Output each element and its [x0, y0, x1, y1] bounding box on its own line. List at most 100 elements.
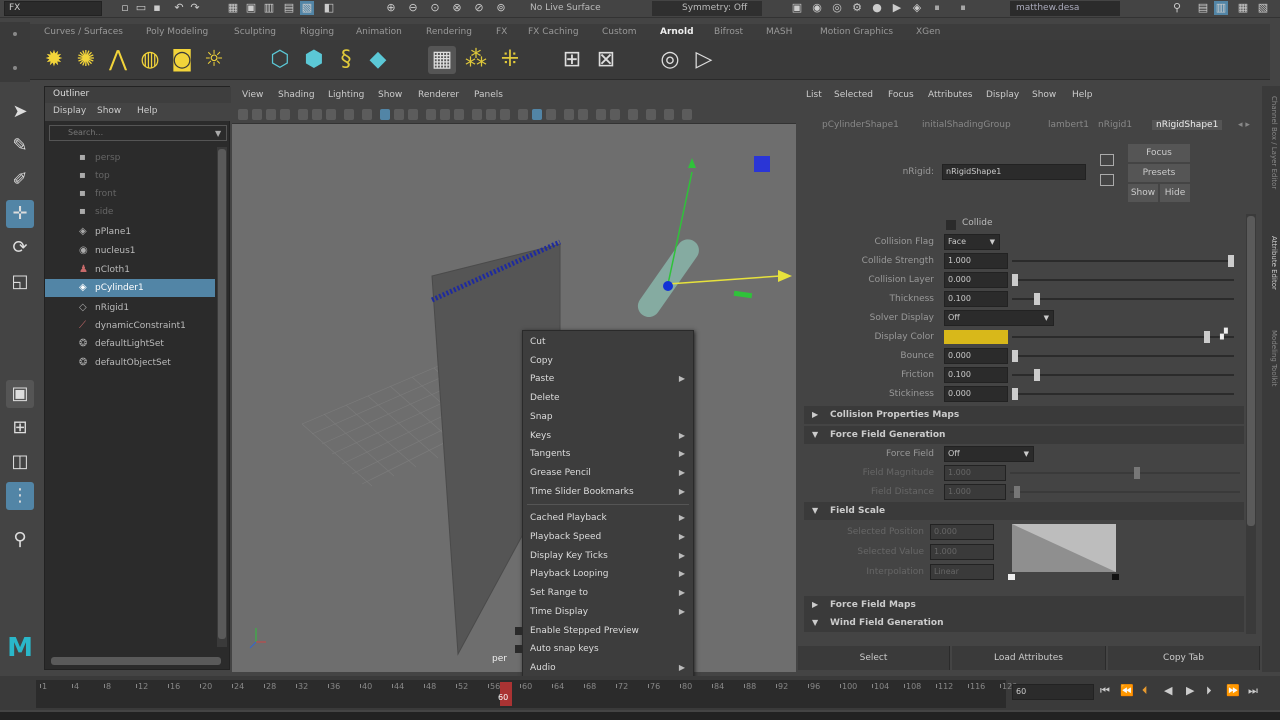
snap-curve-icon[interactable]: ⊖ — [406, 1, 420, 15]
outliner-search-input[interactable]: Search... — [49, 125, 227, 141]
context-menu-item[interactable]: Delete — [523, 389, 693, 407]
outliner-item[interactable]: ◈ pCylinder1 — [45, 279, 215, 297]
viewport-menu-shading[interactable]: Shading — [278, 90, 315, 100]
bookmarks-icon[interactable] — [266, 109, 276, 120]
option-box-icon[interactable] — [515, 645, 523, 654]
motion-blur-icon[interactable] — [532, 109, 542, 120]
shelf-tab-curves[interactable]: Curves / Surfaces — [40, 24, 127, 40]
attr-dropdown[interactable]: Face ▼ — [944, 234, 1000, 250]
context-menu-item[interactable]: Time Display ▶ — [523, 603, 693, 621]
color-slider-knob[interactable] — [1204, 331, 1210, 343]
persp-graph-icon[interactable]: ⋮ — [6, 482, 34, 510]
render-settings-icon[interactable]: ⚙ — [850, 1, 864, 15]
depth-of-field-icon[interactable] — [564, 109, 574, 120]
hide-button[interactable]: Hide — [1160, 184, 1190, 202]
field-distance-field[interactable]: 1.000 — [944, 484, 1006, 500]
xray-joints-icon[interactable] — [486, 109, 496, 120]
skydome-light-icon[interactable]: ◍ — [136, 46, 164, 74]
ae-menu-list[interactable]: List — [806, 90, 822, 100]
export-standin-icon[interactable]: ⬢ — [300, 46, 328, 74]
exposure-icon[interactable] — [596, 109, 606, 120]
field-distance-slider[interactable] — [1010, 491, 1240, 493]
shelf-tab-arnold[interactable]: Arnold — [656, 24, 698, 40]
section-field-scale[interactable]: ▼ Field Scale — [804, 502, 1244, 520]
outliner-menu-display[interactable]: Display — [53, 106, 86, 116]
select-button[interactable]: Select — [798, 646, 950, 670]
playblast-icon[interactable]: ▷ — [690, 46, 718, 74]
select-camera-icon[interactable] — [238, 109, 248, 120]
new-scene-icon[interactable]: ▫ — [118, 1, 132, 15]
texture-manager-icon[interactable]: ⁂ — [462, 46, 490, 74]
persp-outliner-icon[interactable]: ◫ — [6, 448, 34, 476]
live-surface-label[interactable]: No Live Surface — [520, 1, 640, 16]
attr-slider[interactable] — [1012, 393, 1234, 395]
save-scene-icon[interactable]: ▪ — [150, 1, 164, 15]
side-tab-channel-box[interactable]: Channel Box / Layer Editor — [1264, 96, 1278, 226]
range-slider[interactable] — [0, 712, 1280, 720]
symmetry-dropdown[interactable]: Symmetry: Off — [652, 1, 762, 16]
force-field-dropdown[interactable]: Off ▼ — [944, 446, 1034, 462]
lasso-tool-icon[interactable]: ✎ — [6, 132, 34, 160]
outliner-item[interactable]: ◉ nucleus1 — [45, 242, 215, 260]
context-menu-item[interactable]: Copy — [523, 352, 693, 370]
ae-menu-display[interactable]: Display — [986, 90, 1019, 100]
section-force-field-maps[interactable]: ▶ Force Field Maps — [804, 596, 1244, 614]
attr-slider[interactable] — [1012, 298, 1234, 300]
isolate-icon[interactable] — [664, 109, 674, 120]
outliner-item[interactable]: ♟ nCloth1 — [45, 261, 215, 279]
ae-tab-nrigid1[interactable]: nRigid1 — [1098, 120, 1132, 130]
context-menu-item[interactable]: Playback Looping ▶ — [523, 565, 693, 583]
outliner-item[interactable]: ❂ defaultLightSet — [45, 335, 215, 353]
resolution-gate-icon[interactable] — [326, 109, 336, 120]
time-slider[interactable]: 1 4 8 12 16 20 24 28 32 36 40 44 48 52 56 60 64 68 72 76 80 8… — [36, 680, 1017, 708]
outliner-item[interactable]: ▪ front — [45, 185, 215, 203]
area-light-icon[interactable]: ✹ — [40, 46, 68, 74]
focus-input-icon[interactable] — [1100, 154, 1114, 166]
toggle-panel-icon[interactable]: ▤ — [1196, 1, 1210, 15]
viewport-menu-show[interactable]: Show — [378, 90, 402, 100]
menu-set-dropdown[interactable]: FX — [4, 1, 102, 16]
snap-surface-icon[interactable]: ⊘ — [472, 1, 486, 15]
outliner-horizontal-scrollbar[interactable] — [51, 657, 221, 665]
attr-slider-knob[interactable] — [1033, 293, 1040, 305]
hud-icon[interactable] — [578, 109, 588, 120]
four-view-icon[interactable]: ⊞ — [6, 414, 34, 442]
step-back-frame-icon[interactable]: ⏴ — [1142, 684, 1148, 698]
shelf-tab-rendering[interactable]: Rendering — [422, 24, 476, 40]
attr-field[interactable]: 1.000 — [944, 253, 1008, 269]
viewport-menu-view[interactable]: View — [242, 90, 263, 100]
highlight-mode-icon[interactable]: ◧ — [322, 1, 336, 15]
outliner-menu-show[interactable]: Show — [97, 106, 121, 116]
field-magnitude-field[interactable]: 1.000 — [944, 465, 1006, 481]
grid-toggle-icon[interactable] — [298, 109, 308, 120]
step-forward-frame-icon[interactable]: ⏵ — [1206, 684, 1212, 698]
tab-scroll-icon[interactable]: ◂ ▸ — [1238, 120, 1250, 130]
ae-menu-focus[interactable]: Focus — [888, 90, 914, 100]
shelf-tab-fx-caching[interactable]: FX Caching — [524, 24, 583, 40]
color-picker-icon[interactable]: ▞ — [1220, 329, 1228, 340]
attr-dropdown[interactable]: Off ▼ — [944, 310, 1054, 326]
outliner-item[interactable]: ▪ top — [45, 167, 215, 185]
shelf-grip[interactable] — [0, 22, 30, 82]
viewport-menu-panels[interactable]: Panels — [474, 90, 503, 100]
lock-selection-icon[interactable]: ▧ — [300, 1, 314, 15]
field-distance-knob[interactable] — [1014, 486, 1020, 498]
shelf-tab-motion-graphics[interactable]: Motion Graphics — [816, 24, 897, 40]
ae-scrollbar[interactable] — [1246, 214, 1256, 634]
snap-to-live-icon[interactable]: ⊚ — [494, 1, 508, 15]
camera-attributes-icon[interactable] — [682, 109, 692, 120]
show-button[interactable]: Show — [1128, 184, 1158, 202]
collide-checkbox[interactable] — [946, 220, 956, 230]
attr-field[interactable]: 0.100 — [944, 367, 1008, 383]
option-box-icon[interactable] — [515, 626, 523, 635]
context-menu-item[interactable]: Keys ▶ — [523, 427, 693, 445]
context-menu-item[interactable]: Auto snap keys — [515, 640, 693, 658]
view-transform-icon[interactable] — [646, 109, 656, 120]
shelf-tab-fx[interactable]: FX — [492, 24, 511, 40]
attr-field[interactable]: 0.000 — [944, 348, 1008, 364]
attr-slider-knob[interactable] — [1012, 274, 1018, 286]
attr-field[interactable]: 0.100 — [944, 291, 1008, 307]
shelf-tab-xgen[interactable]: XGen — [912, 24, 944, 40]
copy-tab-button[interactable]: Copy Tab — [1108, 646, 1260, 670]
shadows-icon[interactable] — [454, 109, 464, 120]
